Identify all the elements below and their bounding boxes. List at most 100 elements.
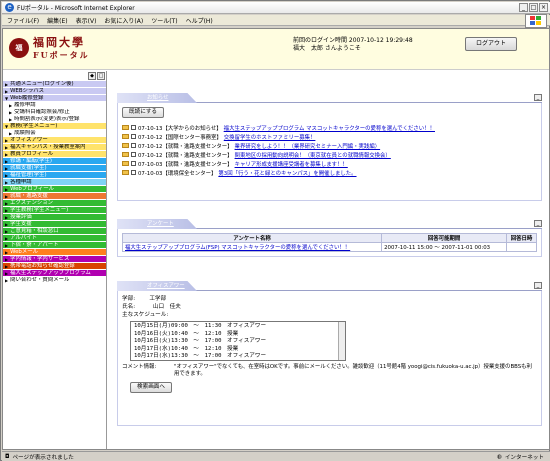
search-screen-button[interactable]: 検索画面へ <box>130 382 172 393</box>
sidebar-item[interactable]: ▶ 下宿・寮・アパート <box>3 242 106 249</box>
survey-minimize-button[interactable]: _ <box>534 220 542 227</box>
schedule-label: 主なスケジュール: <box>122 312 169 318</box>
menu-edit[interactable]: 編集(E) <box>47 16 67 25</box>
minimize-button[interactable]: _ <box>519 3 528 12</box>
globe-icon: ◍ <box>496 453 502 460</box>
sidebar-item-label: 携帯電話お知らせ確認登録 <box>10 263 75 269</box>
read-checkbox[interactable] <box>131 152 136 157</box>
survey-tab[interactable]: アンケート <box>117 219 197 229</box>
office-hour-tab[interactable]: オフィスアワー <box>117 281 197 291</box>
browser-window: e FUポータル - Microsoft Internet Explorer _… <box>0 0 550 461</box>
sidebar-item[interactable]: ▶ 各種申請 <box>3 179 106 186</box>
schedule-line: 10月17日(水)10:40 ～ 12:10 授業 <box>134 345 239 352</box>
name-value: 山口 佳夫 <box>152 304 181 310</box>
news-link[interactable]: 第3回「行う・花と緑とのキャンパス」を開催しました。 <box>218 169 356 177</box>
sidebar-item[interactable]: ▶ 学生支援 <box>3 221 106 228</box>
news-date: 07-10-12【国際センター事務室】 <box>138 134 222 141</box>
sidebar-item[interactable]: ▶ 共通メニュー(ログイン後) <box>3 81 106 88</box>
read-checkbox[interactable] <box>131 134 136 139</box>
comment-text: "オフィスアワー"でなくても、在室時はOKです。事前にメールください。雑談歓迎（… <box>174 364 532 377</box>
sidebar-item[interactable]: ▶ ご意見箱・相談窓口 <box>3 228 106 235</box>
sidebar-item[interactable]: ▶ 履修申請 <box>3 102 106 109</box>
sidebar-item[interactable]: ▶ 福大キャンパス・授業教室案内 <box>3 144 106 151</box>
sidebar-expand-icon[interactable]: ◆ <box>88 72 96 80</box>
sidebar-item-label: ご意見箱・相談窓口 <box>10 228 59 234</box>
sidebar-collapse-icon[interactable]: □ <box>97 72 105 80</box>
triangle-icon: ▶ <box>5 186 9 192</box>
sidebar-item-label: エクステンション <box>10 200 54 206</box>
sidebar-item-label: 受講科目確認照会/修正 <box>14 109 70 115</box>
menu-file[interactable]: ファイル(F) <box>7 16 39 25</box>
menu-view[interactable]: 表示(V) <box>76 16 97 25</box>
sidebar-item[interactable]: ▶ 成績照会 <box>3 130 106 137</box>
notice-minimize-button[interactable]: _ <box>534 94 542 101</box>
folder-icon <box>122 134 129 139</box>
sidebar-item-label: オフィスアワー <box>10 137 48 143</box>
sidebar-item[interactable]: ▶ 学生教務(学生メニュー) <box>3 207 106 214</box>
sidebar-item[interactable]: ▶ 教員プロフィール <box>3 151 106 158</box>
survey-table: アンケート名称 回答可能期間 回答日時 福大生ステップアッププログラム(FSP)… <box>121 233 537 252</box>
read-checkbox[interactable] <box>131 125 136 130</box>
sidebar-item[interactable]: ▼ 教務(学生メニュー) <box>3 123 106 130</box>
triangle-icon: ▶ <box>5 249 9 255</box>
menu-favorites[interactable]: お気に入り(A) <box>104 16 143 25</box>
read-checkbox[interactable] <box>131 161 136 166</box>
menu-tools[interactable]: ツール(T) <box>151 16 177 25</box>
sidebar-item[interactable]: ▶ 福大生ステップアッププログラム <box>3 270 106 277</box>
news-date: 07-10-03【環境保全センター】 <box>138 170 217 177</box>
triangle-icon: ▶ <box>5 207 9 213</box>
sidebar-item[interactable]: ▶ 就職・進路支援 <box>3 193 106 200</box>
sidebar-item[interactable]: ▶ 福祉管理(学生) <box>3 172 106 179</box>
close-button[interactable]: × <box>539 3 548 12</box>
sidebar-item[interactable]: ▶ 携帯電話お知らせ確認登録 <box>3 263 106 270</box>
sidebar-item[interactable]: ▼ Web履修登録 <box>3 95 106 102</box>
read-checkbox[interactable] <box>131 143 136 148</box>
list-item: 07-10-12【就職・進路支援センター】 業界研究をしよう！！（業界研究セミナー… <box>122 141 537 150</box>
maximize-button[interactable]: □ <box>529 3 538 12</box>
logout-button[interactable]: ログアウト <box>465 37 517 51</box>
news-link[interactable]: 業界研究をしよう！！（業界研究セミナー入門編・実践編） <box>235 142 381 150</box>
sidebar-item[interactable]: ▶ 学内情報・学内サービス <box>3 256 106 263</box>
name-label: 氏名: <box>122 304 136 310</box>
sidebar-item[interactable]: ▶ 受講科目確認照会/修正 <box>3 109 106 116</box>
news-link[interactable]: キャリア形成支援講座受講者を募集します！！ <box>235 160 348 168</box>
sidebar-item[interactable]: ▶ 授業評価 <box>3 214 106 221</box>
schedule-scrollbar[interactable] <box>338 322 345 360</box>
table-row: 福大生ステップアッププログラム(FSP) マスコットキャラクターの愛称を選んでく… <box>121 242 537 252</box>
schedule-line: 10月16日(火)10:40 ～ 12:10 授業 <box>134 330 239 337</box>
office-minimize-button[interactable]: _ <box>534 282 542 289</box>
menu-bar: ファイル(F) 編集(E) 表示(V) お気に入り(A) ツール(T) ヘルプ(… <box>2 15 550 26</box>
triangle-icon: ▶ <box>9 102 13 108</box>
sidebar-item-label: 学生教務(学生メニュー) <box>10 207 69 213</box>
read-checkbox[interactable] <box>131 170 136 175</box>
windows-logo-icon <box>525 14 547 28</box>
triangle-icon: ▶ <box>5 165 9 171</box>
col-period: 回答可能期間 <box>381 233 508 243</box>
status-bar: ◘ ページが表示されました ◍ インターネット <box>2 451 550 461</box>
sidebar-item[interactable]: ▶ 時間割表示(変更)表示/登録 <box>3 116 106 123</box>
sidebar-item-label: Webプロフィール <box>10 186 55 192</box>
news-link[interactable]: 関東地区の採用動向説明会！（東京就在員との就職情報交換会） <box>235 151 391 159</box>
triangle-icon: ▶ <box>5 151 9 157</box>
sidebar-item[interactable]: ▶ Webメール <box>3 249 106 256</box>
sidebar-item[interactable]: ▶ アルバイト <box>3 235 106 242</box>
notice-tab[interactable]: お知らせ <box>117 93 197 103</box>
menu-help[interactable]: ヘルプ(H) <box>186 16 213 25</box>
sidebar-item[interactable]: ▶ WEBシラバス <box>3 88 106 95</box>
sidebar-item[interactable]: ▶ 修講・編転(学生) <box>3 158 106 165</box>
news-link[interactable]: 交換留学生のホストファミリー募集！ <box>224 133 316 141</box>
sidebar-item[interactable]: ▶ Webプロフィール <box>3 186 106 193</box>
schedule-textarea[interactable]: 10月15日(月)09:00 ～ 11:30 オフィスアワー 10月16日(火)1… <box>130 321 346 361</box>
mark-read-button[interactable]: 既読にする <box>122 107 165 118</box>
triangle-icon: ▼ <box>5 123 9 129</box>
sidebar-item[interactable]: ▶ 問い合わせ・質問メール <box>3 277 106 284</box>
survey-link[interactable]: 福大生ステップアッププログラム(FSP) マスコットキャラクターの愛称を選んでく… <box>125 245 350 251</box>
sidebar-item[interactable]: ▶ オフィスアワー <box>3 137 106 144</box>
sidebar-item-label: Webメール <box>10 249 39 255</box>
triangle-icon: ▶ <box>5 172 9 178</box>
sidebar-item[interactable]: ▶ 就職支援(学生) <box>3 165 106 172</box>
sidebar-item-label: 各種申請 <box>10 179 32 185</box>
welcome-text: 福大 太郎 さんようこそ <box>293 45 361 52</box>
sidebar-item[interactable]: ▶ エクステンション <box>3 200 106 207</box>
news-link[interactable]: 福大生ステップアッププログラム マスコットキャラクターの愛称を選んでください！！ <box>224 124 435 132</box>
